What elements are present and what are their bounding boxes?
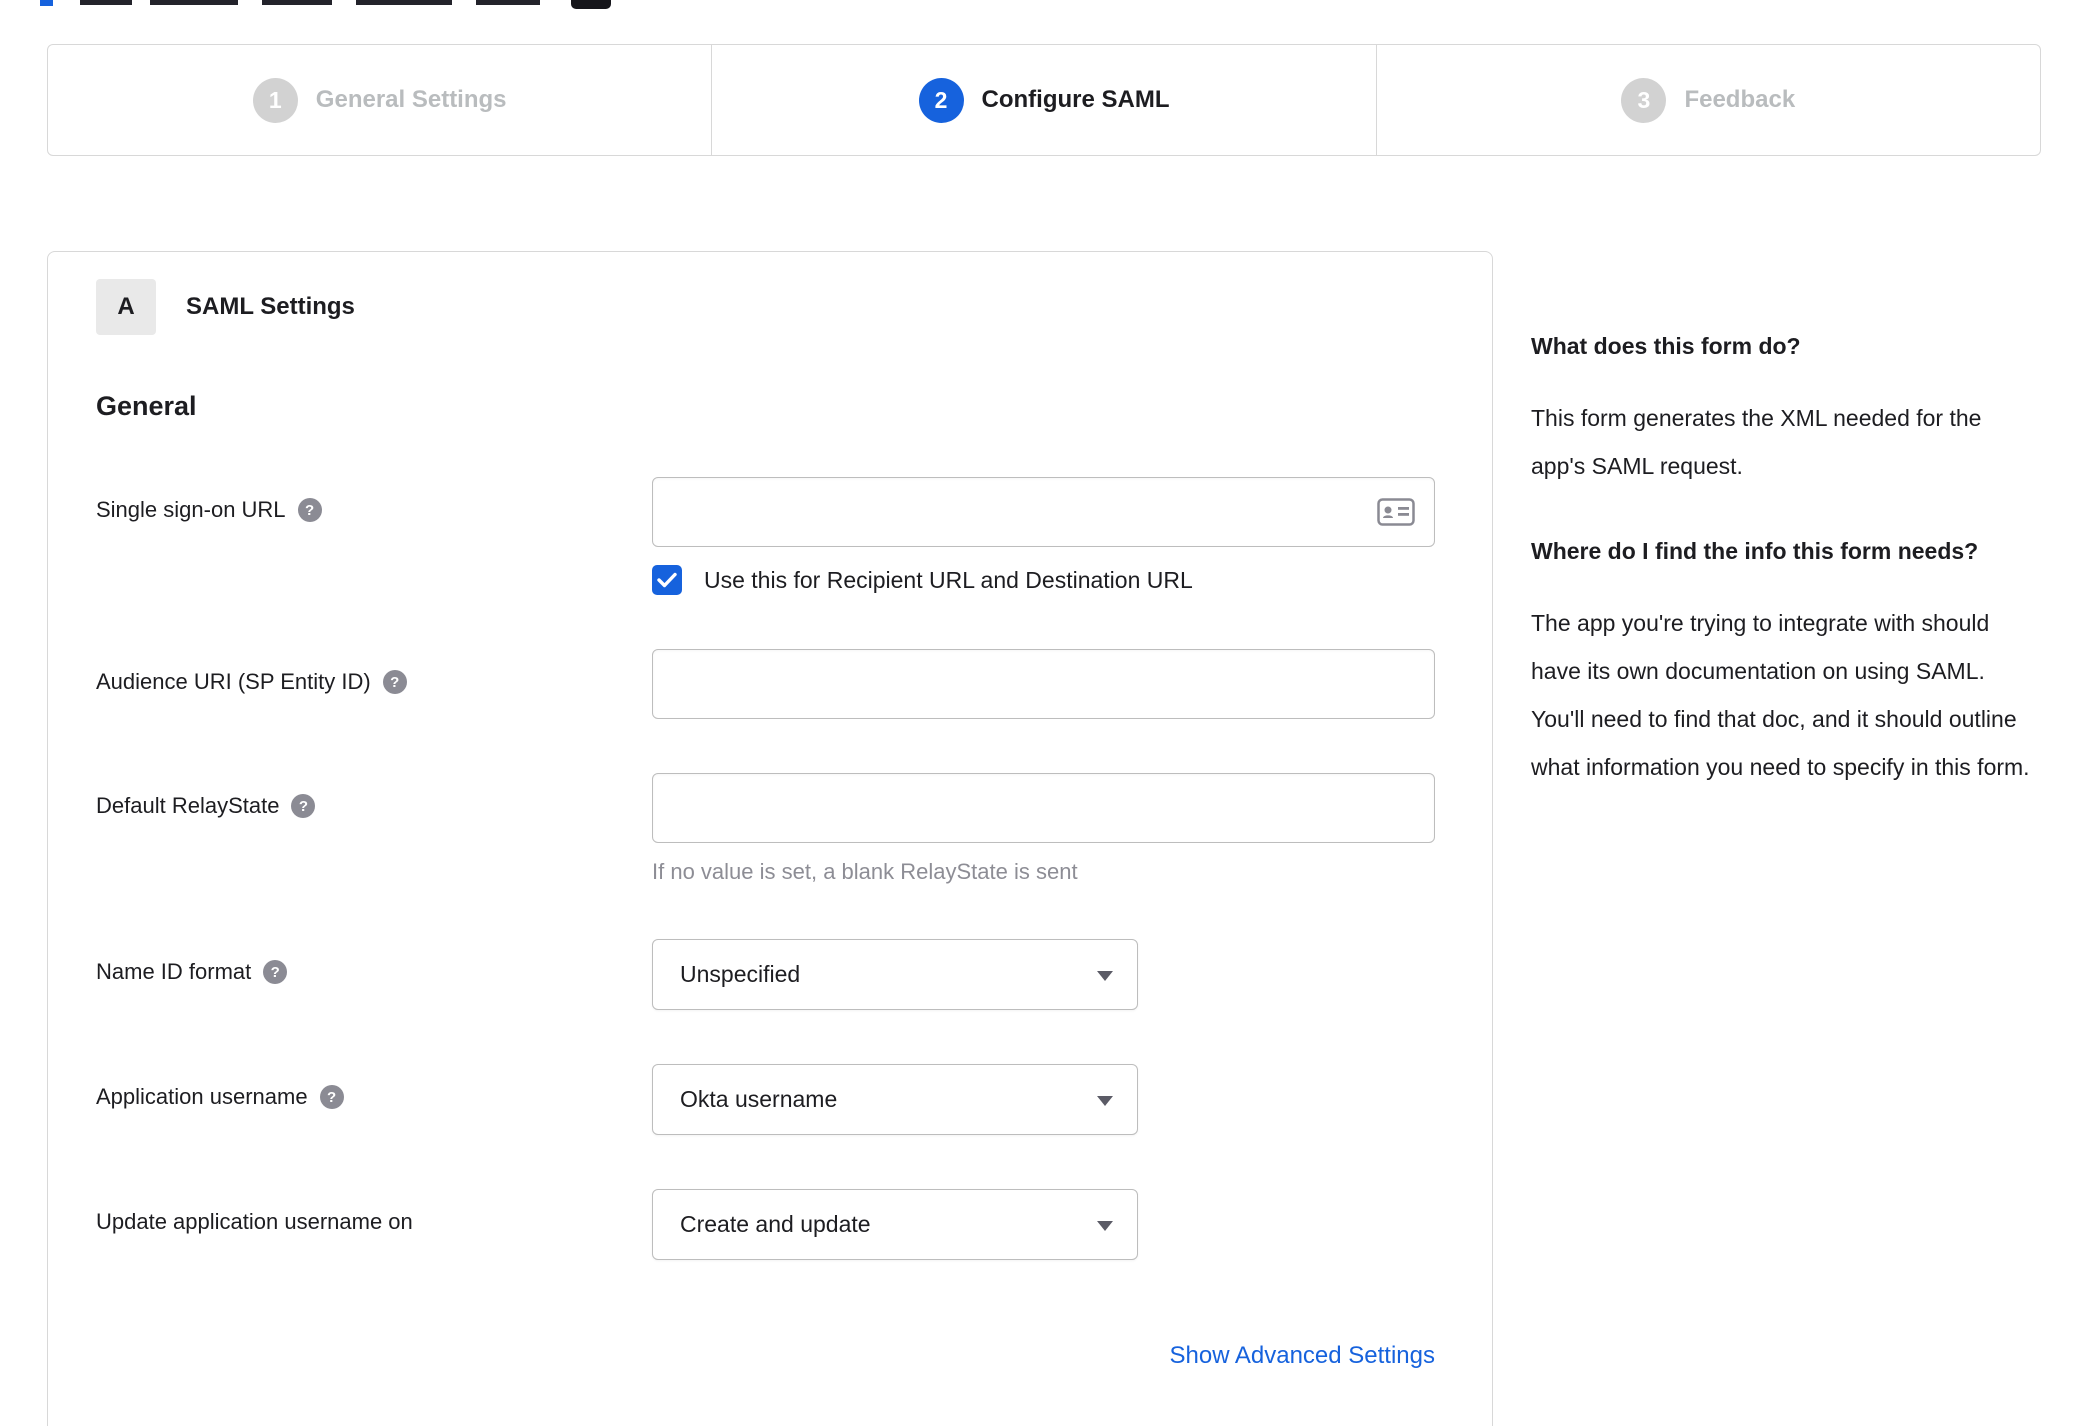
saml-settings-panel: A SAML Settings General Single sign-on U… xyxy=(47,251,1493,1426)
field-label-cell: Update application username on xyxy=(96,1189,652,1260)
field-control-cell: Use this for Recipient URL and Destinati… xyxy=(652,477,1444,595)
nameid-format-label: Name ID format xyxy=(96,959,252,984)
audience-uri-input[interactable] xyxy=(652,649,1435,719)
chevron-down-icon xyxy=(1097,971,1113,981)
header-fragment-blue xyxy=(40,0,53,6)
form-row-app-username: Application username ? Okta username xyxy=(96,1064,1444,1135)
help-sidebar: What does this form do? This form genera… xyxy=(1531,330,2036,836)
field-label-cell: Name ID format ? xyxy=(96,939,652,1010)
wizard-stepper: 1 General Settings 2 Configure SAML 3 Fe… xyxy=(47,44,2041,156)
field-label-cell: Default RelayState ? xyxy=(96,773,652,885)
field-label-cell: Single sign-on URL ? xyxy=(96,477,652,595)
help-icon[interactable]: ? xyxy=(291,794,316,818)
help-question-2: Where do I find the info this form needs… xyxy=(1531,538,1979,564)
field-label-cell: Application username ? xyxy=(96,1064,652,1135)
help-icon[interactable]: ? xyxy=(263,960,288,984)
chevron-down-icon xyxy=(1097,1096,1113,1106)
relay-state-input[interactable] xyxy=(652,773,1435,843)
step-number-badge: 1 xyxy=(252,77,298,123)
field-control-cell: If no value is set, a blank RelayState i… xyxy=(652,773,1444,885)
form-row-relay-state: Default RelayState ? If no value is set,… xyxy=(96,773,1444,885)
header-fragment-text xyxy=(262,0,332,5)
contact-card-icon[interactable] xyxy=(1377,498,1415,531)
app-username-value: Okta username xyxy=(680,1086,838,1112)
header-fragment-text xyxy=(150,0,238,5)
chevron-down-icon xyxy=(1097,1221,1113,1231)
update-username-label: Update application username on xyxy=(96,1209,413,1234)
header-fragment-text xyxy=(476,0,540,5)
section-a-badge: A xyxy=(96,279,156,335)
relay-state-label: Default RelayState xyxy=(96,793,280,818)
field-control-cell xyxy=(652,649,1444,719)
header-fragment-text xyxy=(356,0,452,5)
form-row-sso-url: Single sign-on URL ? Use this for Recipi… xyxy=(96,477,1444,595)
help-icon[interactable]: ? xyxy=(382,670,407,694)
update-username-select[interactable]: Create and update xyxy=(652,1189,1138,1260)
update-username-value: Create and update xyxy=(680,1211,871,1237)
form-row-audience-uri: Audience URI (SP Entity ID) ? xyxy=(96,649,1444,719)
step-number-badge: 2 xyxy=(918,77,964,123)
recipient-url-checkbox[interactable] xyxy=(652,565,682,595)
audience-uri-label: Audience URI (SP Entity ID) xyxy=(96,669,371,694)
saml-form: Single sign-on URL ? Use this for Recipi… xyxy=(96,477,1444,1370)
header-fragment-text xyxy=(80,0,132,5)
form-row-nameid-format: Name ID format ? Unspecified xyxy=(96,939,1444,1010)
step-number-badge: 3 xyxy=(1621,77,1667,123)
app-username-select[interactable]: Okta username xyxy=(652,1064,1138,1135)
panel-title: SAML Settings xyxy=(186,293,355,320)
header-fragment-icon xyxy=(571,0,611,9)
nameid-format-value: Unspecified xyxy=(680,961,801,987)
help-answer-1: This form generates the XML needed for t… xyxy=(1531,405,1982,480)
field-control-cell: Okta username xyxy=(652,1064,1444,1135)
step-feedback[interactable]: 3 Feedback xyxy=(1375,45,2040,155)
panel-header: A SAML Settings xyxy=(96,279,1444,335)
step-label: Feedback xyxy=(1684,86,1796,113)
nameid-format-select[interactable]: Unspecified xyxy=(652,939,1138,1010)
field-label-cell: Audience URI (SP Entity ID) ? xyxy=(96,649,652,719)
app-username-label: Application username xyxy=(96,1084,308,1109)
recipient-url-checkbox-label[interactable]: Use this for Recipient URL and Destinati… xyxy=(704,567,1193,594)
sso-url-input[interactable] xyxy=(652,477,1435,547)
step-configure-saml[interactable]: 2 Configure SAML xyxy=(711,45,1375,155)
step-general-settings[interactable]: 1 General Settings xyxy=(48,45,711,155)
step-label: Configure SAML xyxy=(981,86,1170,113)
field-control-cell: Unspecified xyxy=(652,939,1444,1010)
form-row-update-username: Update application username on Create an… xyxy=(96,1189,1444,1260)
show-advanced-settings-link[interactable]: Show Advanced Settings xyxy=(1169,1342,1435,1369)
general-section-heading: General xyxy=(96,391,197,421)
help-icon[interactable]: ? xyxy=(297,498,322,522)
step-label: General Settings xyxy=(315,86,507,113)
sso-url-label: Single sign-on URL xyxy=(96,497,286,522)
relay-state-hint: If no value is set, a blank RelayState i… xyxy=(652,859,1078,884)
recipient-url-checkbox-row: Use this for Recipient URL and Destinati… xyxy=(652,565,1444,595)
help-icon[interactable]: ? xyxy=(319,1085,344,1109)
help-question-1: What does this form do? xyxy=(1531,333,1801,359)
field-control-cell: Create and update xyxy=(652,1189,1444,1260)
advanced-settings-row: Show Advanced Settings xyxy=(96,1342,1435,1370)
help-answer-2: The app you're trying to integrate with … xyxy=(1531,610,2030,780)
